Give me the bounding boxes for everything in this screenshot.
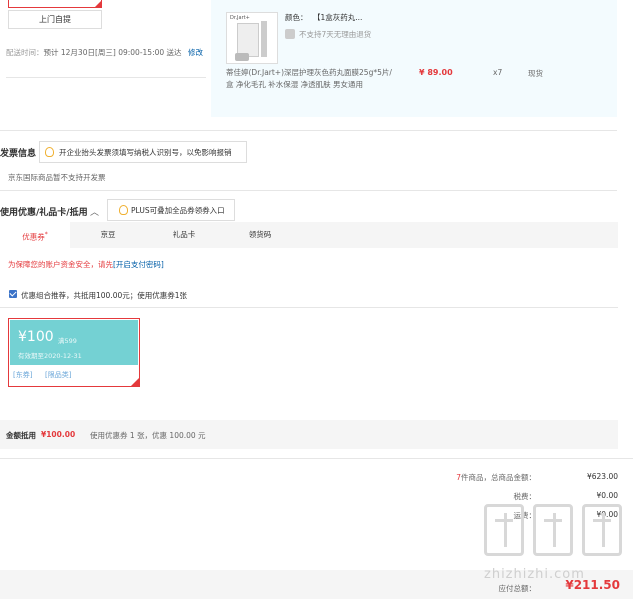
self-pickup-button[interactable]: 上门自提 — [8, 10, 102, 29]
invoice-note: 京东国际商品暂不支持开发票 — [8, 173, 106, 182]
divider — [0, 307, 618, 308]
product-price: ¥ 89.00 — [419, 68, 453, 77]
tab-gift-card[interactable]: 礼品卡 — [146, 222, 222, 248]
security-tip-text: 为保障您的账户资金安全，请先 — [8, 260, 113, 269]
product-stock-status: 现货 — [528, 69, 543, 78]
items-total-value: ¥623.00 — [586, 472, 618, 481]
coupon-card[interactable]: ¥100 满599 有效期至2020-12-31 [东券] [限品类] — [8, 318, 140, 387]
no-return-icon — [285, 29, 295, 39]
product-box-shape — [237, 23, 259, 57]
invoice-title: 发票信息 — [0, 149, 37, 159]
lightbulb-icon — [45, 147, 54, 157]
color-label: 颜色： — [285, 13, 308, 22]
coupon-condition: 满599 — [58, 337, 77, 345]
coupon-tag-category: [限品类] — [45, 371, 72, 379]
product-image[interactable]: Dr.Jart+ — [226, 12, 278, 64]
coupon-header: ¥100 满599 有效期至2020-12-31 — [10, 320, 138, 365]
product-image-brand: Dr.Jart+ — [230, 15, 250, 21]
plus-coupon-text: PLUS可叠加全品券领券入口 — [131, 206, 225, 215]
product-tube-shape — [261, 21, 267, 57]
discounts-title[interactable]: 使用优惠/礼品卡/抵用 — [0, 205, 88, 218]
coupon-expiry: 有效期至2020-12-31 — [18, 352, 82, 360]
delivery-time-label: 配送时间： — [6, 48, 44, 57]
jd-delivery-button[interactable] — [8, 0, 102, 8]
discount-tabs: 优惠券* 京豆 礼品卡 领货码 — [0, 222, 618, 248]
selected-corner-icon — [130, 377, 140, 387]
invoice-tip-text: 开企业抬头发票须填写纳税人识别号，以免影响报销 — [59, 148, 232, 157]
tab-jd-beans[interactable]: 京豆 — [70, 222, 146, 248]
watermark-logo-char — [484, 504, 524, 556]
tax-label: 税费： — [513, 492, 537, 501]
divider — [0, 458, 633, 459]
tab-badge: * — [44, 231, 48, 238]
chevron-up-icon[interactable]: ︿ — [90, 205, 99, 218]
enable-pay-password-link[interactable]: [开启支付密码] — [113, 260, 164, 269]
summary-label: 金额抵用 — [6, 431, 36, 440]
watermark-logo-char — [582, 504, 622, 556]
delivery-time-value: 预计 12月30日[周三] 09:00-15:00 送达 — [43, 48, 182, 57]
items-total-label: 7件商品，总商品金额： — [456, 472, 536, 483]
coupon-tag-jd: [东券] — [13, 371, 33, 379]
watermark-text: zhizhizhi.com — [484, 567, 585, 582]
summary-amount: ¥100.00 — [41, 430, 76, 439]
divider — [6, 77, 206, 78]
watermark-logo-char — [533, 504, 573, 556]
selected-corner-icon — [94, 0, 102, 8]
pay-total-label: 应付总额： — [498, 584, 537, 593]
product-jar-shape — [235, 53, 249, 61]
divider — [0, 130, 617, 131]
lightbulb-icon — [119, 205, 128, 215]
invoice-tip: 开企业抬头发票须填写纳税人识别号，以免影响报销 — [39, 141, 247, 163]
coupon-amount: ¥100 — [18, 329, 54, 345]
no-return-text: 不支持7天无理由退货 — [299, 30, 372, 39]
summary-desc: 使用优惠券 1 张，优惠 100.00 元 — [90, 431, 206, 440]
edit-delivery-time-link[interactable]: 修改 — [188, 46, 203, 59]
tab-coupons[interactable]: 优惠券* — [0, 222, 70, 248]
product-name[interactable]: 蒂佳婷(Dr.Jart+)深层护理灰色药丸面膜25g*5片/盒 净化毛孔 补水保… — [226, 67, 396, 91]
color-value: 【1盒灰药丸... — [313, 13, 363, 22]
discount-summary: 金额抵用 ¥100.00 使用优惠券 1 张，优惠 100.00 元 — [0, 420, 618, 449]
tax-value: ¥0.00 — [596, 491, 618, 500]
tab-redeem-code[interactable]: 领货码 — [222, 222, 298, 248]
combo-recommend-checkbox[interactable] — [9, 290, 17, 298]
product-quantity: x7 — [493, 68, 503, 77]
delivery-time: 配送时间：预计 12月30日[周三] 09:00-15:00 送达 修改 — [6, 46, 206, 59]
tab-label: 优惠券 — [22, 232, 45, 242]
combo-recommend-text: 优惠组合推荐，共抵用100.00元；使用优惠券1张 — [21, 291, 188, 300]
plus-coupon-entry[interactable]: PLUS可叠加全品券领券入口 — [107, 199, 235, 221]
security-tip: 为保障您的账户资金安全，请先[开启支付密码] — [8, 259, 164, 270]
items-label-text: 件商品，总商品金额： — [461, 473, 536, 482]
divider — [0, 190, 617, 191]
